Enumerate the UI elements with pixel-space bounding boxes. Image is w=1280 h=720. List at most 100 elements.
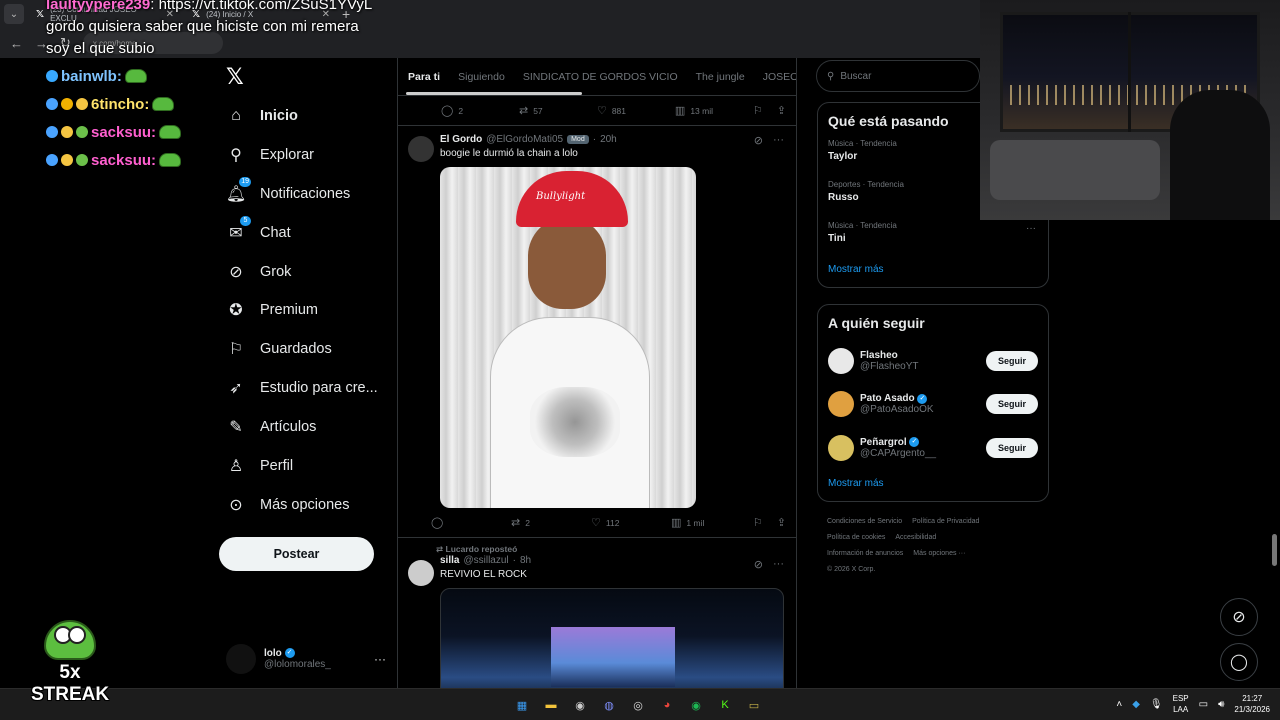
author-handle[interactable]: @ElGordoMati05 bbox=[486, 134, 563, 145]
bookmark-icon[interactable]: ⚐ bbox=[753, 104, 763, 117]
file-explorer-icon[interactable]: ▬ bbox=[541, 695, 561, 715]
like-button[interactable]: ♡ 112 bbox=[591, 516, 671, 529]
sidebar-item-notificaciones[interactable]: 🔔︎ 19 Notificaciones bbox=[226, 177, 350, 208]
tab-the-jungle[interactable]: The jungle bbox=[696, 71, 745, 83]
tab-search-icon[interactable]: ⌄ bbox=[4, 4, 24, 24]
reply-button[interactable]: ◯ bbox=[431, 516, 511, 529]
spotify-icon[interactable]: ◉ bbox=[686, 695, 706, 715]
microphone-icon[interactable]: 🎙︎ bbox=[1150, 699, 1163, 710]
follow-name-row[interactable]: Peñargrol ✓ bbox=[860, 437, 936, 448]
tab-sindicato[interactable]: SINDICATO DE GORDOS VICIO bbox=[523, 71, 678, 83]
kick-icon[interactable]: K bbox=[715, 695, 735, 715]
follow-name-row[interactable]: Pato Asado ✓ bbox=[860, 393, 934, 404]
follow-name: Peñargrol bbox=[860, 436, 907, 448]
tab-para-ti[interactable]: Para ti bbox=[408, 71, 440, 83]
avatar[interactable] bbox=[828, 434, 854, 461]
more-icon[interactable]: ··· bbox=[773, 558, 784, 571]
author-name[interactable]: El Gordo bbox=[440, 134, 482, 145]
reply-button[interactable]: ◯ 2 bbox=[441, 104, 519, 117]
sidebar-item-estudio[interactable]: ➶ Estudio para cre... bbox=[226, 374, 377, 402]
back-icon[interactable]: ← bbox=[10, 36, 23, 51]
tweet-time[interactable]: 8h bbox=[520, 555, 531, 566]
more-icon[interactable]: ··· bbox=[1026, 223, 1036, 234]
steam-icon[interactable]: ◉ bbox=[570, 695, 590, 715]
repost-by[interactable]: Lucardo reposteó bbox=[446, 544, 518, 554]
discord-icon[interactable]: ◍ bbox=[599, 695, 619, 715]
footer-link[interactable]: Condiciones de Servicio bbox=[827, 518, 902, 525]
avatar[interactable] bbox=[408, 136, 434, 162]
grok-icon[interactable]: ⊘ bbox=[754, 558, 763, 571]
scrollbar-thumb[interactable] bbox=[1272, 534, 1277, 566]
more-icon[interactable]: ··· bbox=[374, 652, 386, 666]
trends-show-more-link[interactable]: Mostrar más bbox=[818, 260, 1048, 287]
views-button[interactable]: ▥ 13 mil bbox=[675, 104, 753, 117]
sidebar-item-chat[interactable]: ✉ 5 Chat bbox=[226, 216, 291, 247]
account-info: lolo ✓ @lolomorales_ bbox=[264, 648, 331, 670]
tweet-text: boogie le durmió la chain a lolo bbox=[440, 148, 578, 159]
footer-link[interactable]: Política de cookies bbox=[827, 534, 885, 541]
photo-shirt-print bbox=[530, 387, 620, 457]
footer-link[interactable]: Información de anuncios bbox=[827, 550, 903, 557]
grok-icon[interactable]: ⊘ bbox=[754, 134, 763, 147]
tab-joseo[interactable]: JOSEO bbox=[763, 71, 796, 83]
sidebar-item-explorar[interactable]: ⚲ Explorar bbox=[226, 141, 314, 169]
tab-siguiendo[interactable]: Siguiendo bbox=[458, 71, 505, 83]
obs-icon[interactable]: ◎ bbox=[628, 695, 648, 715]
windows-start-icon[interactable]: ▦ bbox=[512, 695, 532, 715]
sidebar-item-mas-opciones[interactable]: ⊙ Más opciones bbox=[226, 491, 349, 519]
follow-button[interactable]: Seguir bbox=[986, 394, 1038, 415]
chat-fab-button[interactable]: ◯ bbox=[1220, 643, 1258, 681]
bookmark-icon[interactable]: ⚐ bbox=[753, 516, 763, 529]
network-icon[interactable]: ▭ bbox=[1199, 699, 1208, 710]
follow-name[interactable]: Flasheo bbox=[860, 350, 919, 361]
footer-link[interactable]: Política de Privacidad bbox=[912, 518, 979, 525]
tweet-time[interactable]: 20h bbox=[600, 134, 617, 145]
avatar[interactable] bbox=[408, 560, 434, 586]
post-button[interactable]: Postear bbox=[219, 537, 374, 571]
author-handle[interactable]: @ssillazul bbox=[463, 555, 508, 566]
tweet-photo[interactable]: Bullylight bbox=[440, 167, 696, 508]
sidebar-item-perfil[interactable]: ♙ Perfil bbox=[226, 452, 293, 480]
avatar[interactable] bbox=[828, 391, 854, 418]
language-indicator[interactable]: ESP LAA bbox=[1173, 693, 1189, 715]
share-icon[interactable]: ⇪ bbox=[777, 516, 786, 529]
avatar[interactable] bbox=[828, 347, 854, 374]
like-button[interactable]: ♡ 881 bbox=[597, 104, 675, 117]
repost-button[interactable]: ⇄ 57 bbox=[519, 104, 597, 117]
account-switcher[interactable]: lolo ✓ @lolomorales_ ··· bbox=[226, 644, 386, 674]
views-button[interactable]: ▥ 1 mil bbox=[671, 516, 751, 529]
clock[interactable]: 21:27 21/3/2026 bbox=[1234, 693, 1270, 715]
chat-user: sacksuu: bbox=[46, 118, 182, 146]
security-icon[interactable]: ◆ bbox=[1132, 699, 1140, 710]
sidebar-item-premium[interactable]: ✪ Premium bbox=[226, 296, 318, 324]
tweet[interactable]: ⇄ Lucardo reposteó silla @ssillazul · 8h… bbox=[398, 538, 796, 688]
follow-button[interactable]: Seguir bbox=[986, 350, 1038, 371]
follow-show-more-link[interactable]: Mostrar más bbox=[818, 470, 1048, 501]
tweet[interactable]: El Gordo @ElGordoMati05 Mod · 20h ⊘ ··· … bbox=[398, 126, 796, 538]
footer-link[interactable]: Accesibilidad bbox=[895, 534, 936, 541]
more-icon[interactable]: ··· bbox=[773, 134, 784, 147]
follow-suggestion[interactable]: Flasheo @FlasheoYT Seguir bbox=[818, 339, 1048, 383]
search-input[interactable]: ⚲ Buscar bbox=[816, 60, 980, 92]
follow-info: Pato Asado ✓ @PatoAsadoOK bbox=[860, 393, 934, 415]
sidebar-item-guardados[interactable]: ⚐ Guardados bbox=[226, 335, 332, 363]
share-icon[interactable]: ⇪ bbox=[777, 104, 786, 117]
author-name[interactable]: silla bbox=[440, 555, 459, 566]
follow-suggestion[interactable]: Peñargrol ✓ @CAPArgento__ Seguir bbox=[818, 426, 1048, 470]
tweet-video[interactable] bbox=[440, 588, 784, 688]
mail-icon: ✉ 5 bbox=[226, 216, 251, 243]
sidebar-item-articulos[interactable]: ✎ Artículos bbox=[226, 413, 316, 441]
trend-item[interactable]: Música · Tendencia Tini ··· bbox=[818, 219, 1048, 260]
grok-fab-button[interactable]: ⊘ bbox=[1220, 598, 1258, 636]
follow-suggestion[interactable]: Pato Asado ✓ @PatoAsadoOK Seguir bbox=[818, 383, 1048, 427]
repost-button[interactable]: ⇄ 2 bbox=[511, 516, 591, 529]
x-logo-icon[interactable]: 𝕏 bbox=[226, 64, 244, 90]
chevron-up-icon[interactable]: ˄ bbox=[1116, 699, 1122, 710]
volume-icon[interactable]: 🔊︎ bbox=[1218, 699, 1224, 710]
chrome-icon[interactable]: ◕ bbox=[657, 695, 677, 715]
sidebar-item-grok[interactable]: ⊘ Grok bbox=[226, 258, 291, 286]
footer-link[interactable]: Más opciones ··· bbox=[913, 550, 965, 557]
sidebar-item-inicio[interactable]: ⌂ Inicio bbox=[226, 102, 298, 130]
follow-button[interactable]: Seguir bbox=[986, 437, 1038, 458]
notepad-icon[interactable]: ▭ bbox=[744, 695, 764, 715]
